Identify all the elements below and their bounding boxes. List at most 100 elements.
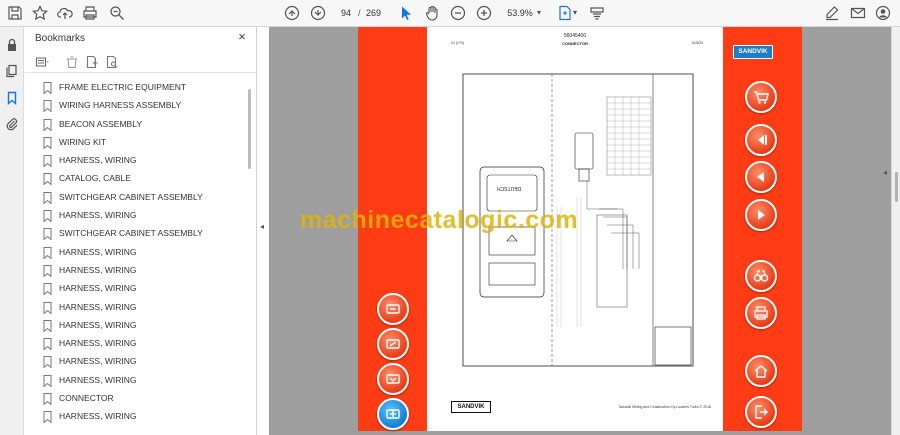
zoom-level-input[interactable]: 53.9% [503, 5, 537, 21]
attachment-paperclip-icon[interactable] [5, 117, 19, 131]
bookmark-icon [43, 155, 52, 168]
bookmark-item-label: HARNESS, WIRING [59, 210, 137, 221]
bookmark-item[interactable]: HARNESS, WIRING [25, 299, 247, 317]
bookmark-item-label: BEACON ASSEMBLY [59, 118, 142, 129]
delete-bookmark-icon[interactable] [65, 55, 79, 69]
zoom-in-icon[interactable] [475, 4, 493, 22]
bookmark-list-scrollbar[interactable] [248, 79, 252, 435]
bookmark-item[interactable]: HARNESS, WIRING [25, 280, 247, 298]
hand-tool-icon[interactable] [423, 4, 441, 22]
bookmark-item-label: CONNECTOR [59, 393, 114, 404]
bookmark-item[interactable]: FRAME ELECTRIC EQUIPMENT [25, 79, 247, 97]
tools-icon-button-1[interactable] [377, 293, 409, 325]
page-down-icon[interactable] [309, 4, 327, 22]
bookmark-item[interactable]: WIRING KIT [25, 134, 247, 152]
previous-page-icon-button[interactable] [745, 161, 777, 193]
zoom-out-icon[interactable] [449, 4, 467, 22]
bookmark-item[interactable]: CATALOG, CABLE [25, 170, 247, 188]
bookmark-icon [43, 100, 52, 113]
document-scrollbar-thumb[interactable] [895, 172, 898, 202]
connector-label: DEUTSCH [497, 185, 522, 191]
bookmark-item[interactable]: HARNESS, WIRING [25, 207, 247, 225]
lock-icon[interactable] [5, 38, 19, 52]
page-up-icon[interactable] [283, 4, 301, 22]
bookmark-item-label: SWITCHGEAR CABINET ASSEMBLY [59, 228, 203, 239]
bookmark-icon [43, 136, 52, 149]
expand-right-panel-arrow-icon[interactable]: ◂ [883, 168, 887, 177]
bookmark-list: FRAME ELECTRIC EQUIPMENT WIRING HARNESS A… [25, 79, 247, 435]
close-icon[interactable]: × [235, 30, 249, 44]
bookmark-item-label: HARNESS, WIRING [59, 319, 137, 330]
share-email-icon[interactable] [849, 4, 867, 22]
scrollbar-thumb[interactable] [248, 89, 251, 169]
collapse-panel-arrow-icon[interactable]: ◂ [260, 222, 264, 231]
tools-icon-button-3[interactable] [377, 363, 409, 395]
zoom-dropdown-chevron-icon[interactable]: ▾ [537, 4, 541, 22]
bookmark-item-label: HARNESS, WIRING [59, 374, 137, 385]
bookmark-item-label: HARNESS, WIRING [59, 155, 137, 166]
sandvik-logo[interactable]: SANDVIK [733, 45, 773, 59]
bookmark-item[interactable]: SWITCHGEAR CABINET ASSEMBLY [25, 225, 247, 243]
bookmark-item-label: WIRING HARNESS ASSEMBLY [59, 100, 182, 111]
bookmark-options-menu-icon[interactable] [35, 55, 49, 69]
bookmark-item[interactable]: BEACON ASSEMBLY [25, 116, 247, 134]
first-page-icon-button[interactable] [745, 124, 777, 156]
bookmark-icon [43, 374, 52, 387]
main-toolbar: 94 / 269 53.9% ▾ ▾ [0, 0, 900, 27]
bookmarks-panel: Bookmarks × FRAME ELECTRIC EQUIPMENT WIRI… [25, 27, 257, 435]
print-icon[interactable] [81, 4, 99, 22]
bookmark-item[interactable]: HARNESS, WIRING [25, 408, 247, 426]
fit-dropdown-chevron-icon[interactable]: ▾ [571, 4, 579, 22]
cart-icon-button[interactable] [745, 81, 777, 113]
document-vertical-scrollbar[interactable] [891, 27, 900, 435]
bookmark-item[interactable]: HARNESS, WIRING [25, 244, 247, 262]
page-thumbnails-icon[interactable] [5, 64, 19, 78]
tools-icon-button-2[interactable] [377, 328, 409, 360]
bookmarks-toolbar [25, 51, 257, 73]
page-separator: / [358, 8, 361, 18]
upload-cloud-icon[interactable] [56, 4, 74, 22]
new-bookmark-icon[interactable] [85, 55, 99, 69]
bookmark-item[interactable]: HARNESS, WIRING [25, 317, 247, 335]
zoom-search-icon[interactable] [108, 4, 126, 22]
bookmark-item[interactable]: HARNESS, WIRING [25, 152, 247, 170]
bookmark-icon [43, 246, 52, 259]
bookmark-icon [43, 319, 52, 332]
exit-icon-button[interactable] [745, 396, 777, 428]
binoculars-search-icon-button[interactable] [745, 260, 777, 292]
read-mode-icon[interactable] [588, 4, 606, 22]
tools-icon-button-active[interactable] [377, 398, 409, 430]
right-orange-strip: SANDVIK [723, 27, 802, 431]
bookmark-item[interactable]: SWITCHGEAR CABINET ASSEMBLY [25, 189, 247, 207]
bookmark-icon [43, 283, 52, 296]
bookmark-item[interactable]: HARNESS, WIRING [25, 372, 247, 390]
bookmark-icon [43, 191, 52, 204]
sandvik-footer-logo: SANDVIK [451, 401, 491, 413]
star-icon[interactable] [31, 4, 49, 22]
bookmark-item-label: HARNESS, WIRING [59, 264, 137, 275]
bookmark-item[interactable]: WIRING HARNESS ASSEMBLY [25, 97, 247, 115]
bookmark-item[interactable]: HARNESS, WIRING [25, 262, 247, 280]
sheet-footer-text: Sandvik Mining and Construction Oy Loade… [618, 405, 711, 409]
page-total: 269 [366, 8, 382, 18]
bookmark-icon [43, 338, 52, 351]
select-cursor-icon[interactable] [397, 4, 415, 22]
bookmark-item-label: HARNESS, WIRING [59, 301, 137, 312]
bookmark-icon [43, 173, 52, 186]
bookmarks-panel-title: Bookmarks [35, 33, 86, 44]
bookmark-item-label: FRAME ELECTRIC EQUIPMENT [59, 82, 187, 92]
bookmark-panel-icon[interactable] [5, 91, 19, 106]
next-page-icon-button[interactable] [745, 199, 777, 231]
bookmark-item[interactable]: HARNESS, WIRING [25, 353, 247, 371]
account-icon[interactable] [874, 4, 892, 22]
bookmark-item-label: SWITCHGEAR CABINET ASSEMBLY [59, 191, 203, 202]
home-icon-button[interactable] [745, 355, 777, 387]
find-bookmark-icon[interactable] [105, 55, 119, 69]
save-icon[interactable] [6, 4, 24, 22]
print-icon-button[interactable] [745, 297, 777, 329]
left-tool-rail [0, 27, 24, 435]
bookmark-item[interactable]: HARNESS, WIRING [25, 335, 247, 353]
bookmark-item[interactable]: CONNECTOR [25, 390, 247, 408]
sign-pen-icon[interactable] [823, 4, 841, 22]
page-number-input[interactable]: 94 [336, 5, 356, 21]
